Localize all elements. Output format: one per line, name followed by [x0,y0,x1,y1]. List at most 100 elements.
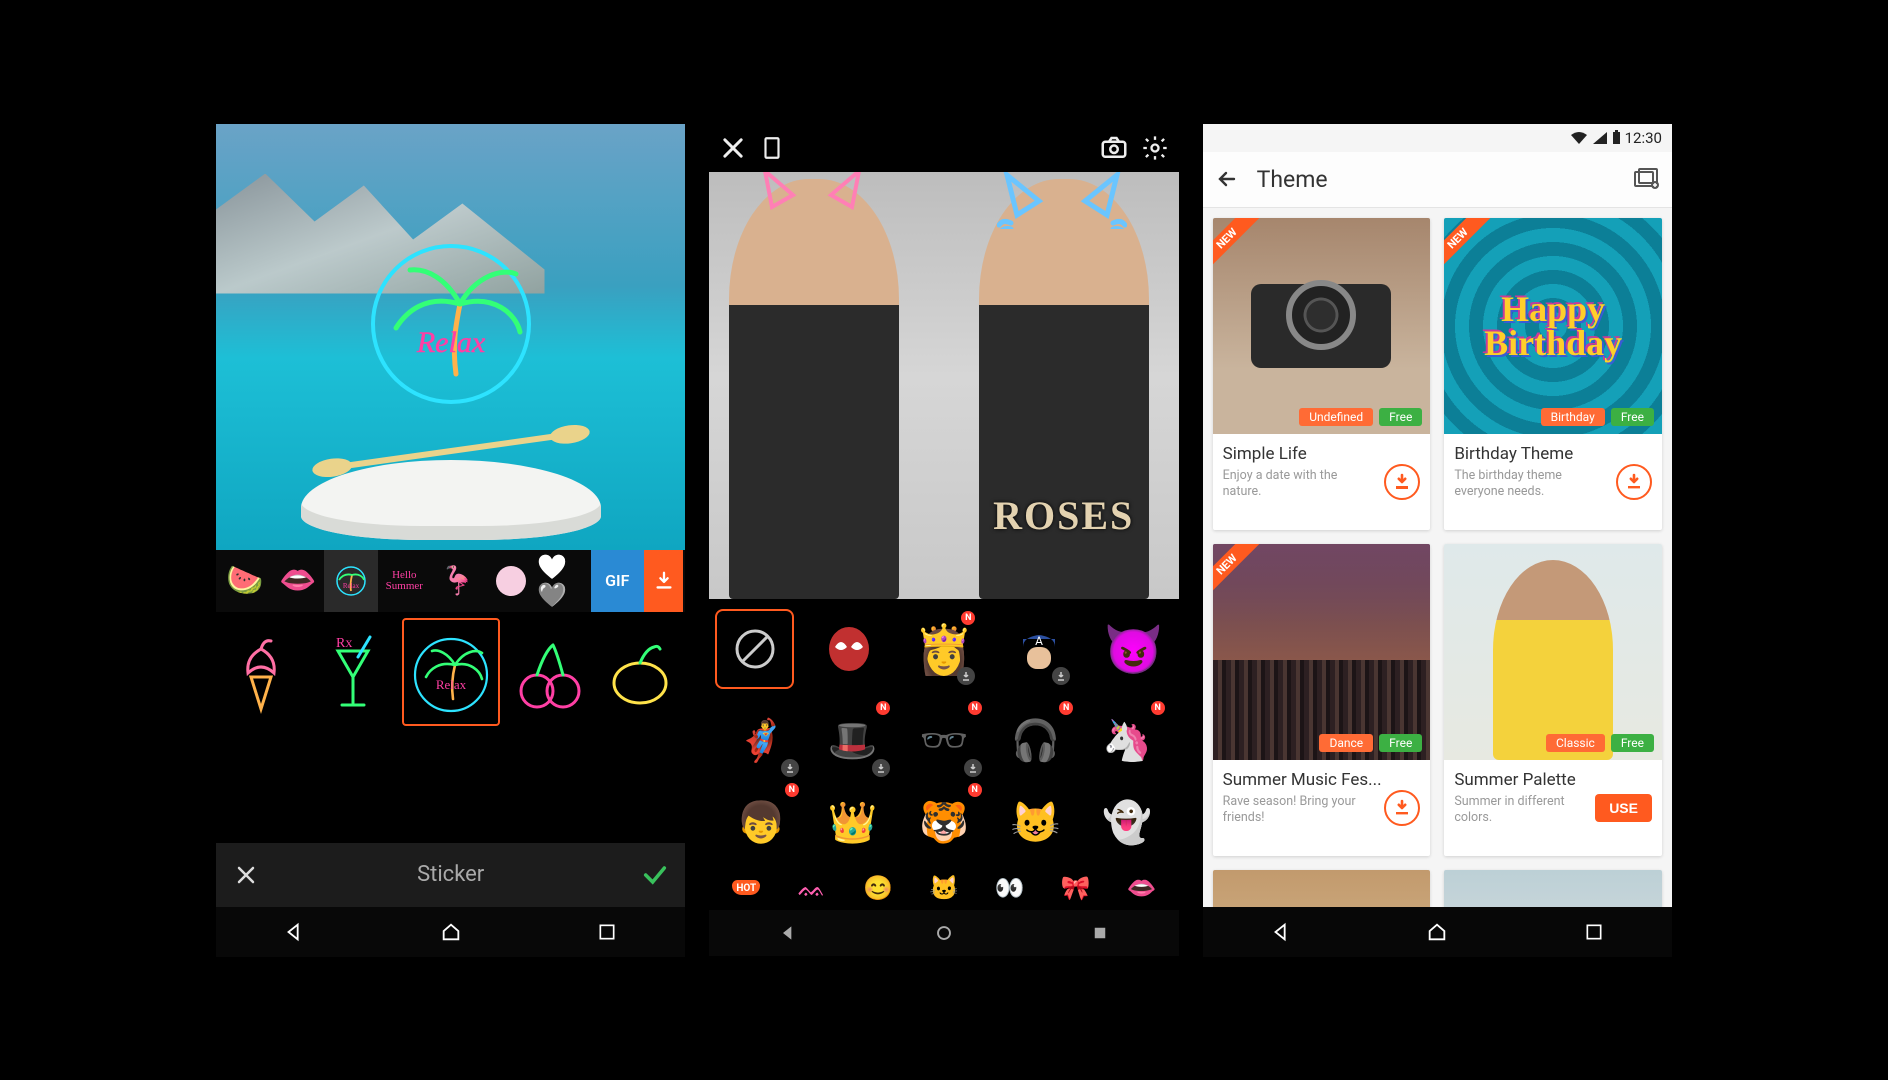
theme-thumbnail [1213,870,1431,907]
settings-icon[interactable] [1141,134,1169,162]
nav-home[interactable] [929,918,959,948]
editor-canvas[interactable]: Relax [216,124,685,550]
nav-recent[interactable] [592,917,622,947]
theme-desc: Rave season! Bring your friends! [1223,794,1373,827]
new-badge: N [1151,701,1165,715]
stk-thor[interactable]: 🦸‍♂️ [715,699,806,781]
price-chip: Free [1611,734,1654,752]
gif-tab[interactable]: GIF [591,550,644,612]
confirm-button[interactable] [625,861,685,889]
sticker-cocktail[interactable]: Rx [310,618,396,726]
close-button[interactable] [719,134,747,162]
theme-grid[interactable]: NEW UndefinedFree Simple Life Enjoy a da… [1203,208,1672,907]
new-badge: N [1059,701,1073,715]
new-badge: N [876,701,890,715]
pack-lips[interactable]: 👄 [271,550,324,612]
cat-bow[interactable]: 🎀 [1056,868,1096,908]
svg-text:A: A [1035,634,1043,648]
theme-title: Summer Palette [1454,770,1652,790]
editor-footer: Sticker [216,843,685,907]
filter-spiderman[interactable] [810,609,889,689]
theme-card-birthday[interactable]: HappyBirthday NEW BirthdayFree Birthday … [1444,218,1662,530]
filter-captain[interactable]: A [999,609,1078,689]
download-badge-icon [957,667,975,685]
nav-back[interactable] [773,918,803,948]
cat-hot[interactable]: HOT [726,868,766,908]
cat-rainbow-lips[interactable]: 👄 [1122,868,1162,908]
category-chip: Birthday [1541,408,1605,426]
download-badge-icon [781,759,799,777]
stk-ghost[interactable]: 👻 [1081,781,1172,863]
svg-text:Relax: Relax [435,677,466,692]
library-icon[interactable] [1634,168,1660,190]
new-badge: N [785,783,799,797]
theme-title: Summer Music Fes... [1223,770,1421,790]
nav-back[interactable] [279,917,309,947]
aspect-ratio-button[interactable] [759,135,785,161]
face-sticker-grid: 🦸‍♂️ 🎩N 🕶️N 🎧N 🦄N 👦N 👑 🐯N 😺 👻 [709,697,1178,865]
camera-preview[interactable]: ROSES [709,172,1178,600]
camera-top-bar [709,124,1178,172]
applied-sticker-relax-palm[interactable]: Relax [356,224,546,414]
theme-title: Birthday Theme [1454,444,1652,464]
theme-card-extra-2[interactable] [1444,870,1662,907]
stk-crown[interactable]: 👑 [807,781,898,863]
back-button[interactable] [1215,167,1239,191]
theme-card-summer-palette[interactable]: ClassicFree Summer Palette Summer in dif… [1444,544,1662,856]
sticker-cherries[interactable] [506,618,592,726]
stk-usa-hat[interactable]: 🎩N [807,699,898,781]
download-badge-icon [872,759,890,777]
person-left [729,179,899,599]
stk-sunglasses[interactable]: 🕶️N [898,699,989,781]
stk-boy[interactable]: 👦N [715,781,806,863]
theme-thumbnail: NEW UndefinedFree [1213,218,1431,434]
filter-princess[interactable]: 👸N [905,609,984,689]
theme-card-summer-music[interactable]: NEW DanceFree Summer Music Fes... Rave s… [1213,544,1431,856]
cat-eyes[interactable]: 👀 [990,868,1030,908]
download-button[interactable] [1384,790,1420,826]
shirt-print: ROSES [993,492,1134,539]
pack-flamingo[interactable]: 🦩 [431,550,484,612]
page-title: Theme [1257,166,1328,193]
android-status-bar: 12:30 [1203,124,1672,152]
sticker-relax-palm-selected[interactable]: Relax [402,618,500,726]
theme-card-simple-life[interactable]: NEW UndefinedFree Simple Life Enjoy a da… [1213,218,1431,530]
download-button[interactable] [1384,464,1420,500]
filter-none[interactable] [715,609,794,689]
nav-home[interactable] [1422,917,1452,947]
nav-recent[interactable] [1579,917,1609,947]
person-right: ROSES [979,179,1149,599]
category-chip: Undefined [1299,408,1373,426]
cat-emoji[interactable]: 😊 [858,868,898,908]
download-packs-button[interactable] [644,550,684,612]
signal-icon [1592,131,1608,145]
theme-card-extra-1[interactable] [1213,870,1431,907]
nav-home[interactable] [436,917,466,947]
cancel-button[interactable] [216,863,276,887]
svg-text:Relax: Relax [416,326,486,359]
theme-store-screen: 12:30 Theme NEW UndefinedFree Simple Lif… [1203,124,1672,957]
cat-ears[interactable]: ᨐ [792,868,832,908]
sticker-ice-cream[interactable] [218,618,304,726]
nav-recent[interactable] [1085,918,1115,948]
use-button[interactable]: USE [1595,794,1652,822]
pack-watermelon[interactable]: 🍉 [218,550,271,612]
pack-typography[interactable]: HelloSummer [378,550,431,612]
cat-animal[interactable]: 🐱 [924,868,964,908]
pack-hearts[interactable]: 🤍🖤 [537,550,590,612]
nav-back[interactable] [1266,917,1296,947]
sticker-category-bar: HOT ᨐ 😊 🐱 👀 🎀 👄 [709,865,1178,910]
stk-pinkie[interactable]: 🦄N [1081,699,1172,781]
flip-camera-button[interactable] [1099,133,1129,163]
pack-neon-relax[interactable]: Relax [324,550,377,612]
sticker-grid: Rx Relax [216,612,685,843]
stk-cat-face[interactable]: 😺 [990,781,1081,863]
sticker-lemon[interactable] [597,618,683,726]
download-button[interactable] [1616,464,1652,500]
android-nav-bar [216,907,685,957]
new-ribbon: NEW [1213,218,1262,274]
filter-horns[interactable]: 😈 [1094,609,1173,689]
stk-tiger[interactable]: 🐯N [898,781,989,863]
pack-badge[interactable] [484,550,537,612]
stk-headphones[interactable]: 🎧N [990,699,1081,781]
